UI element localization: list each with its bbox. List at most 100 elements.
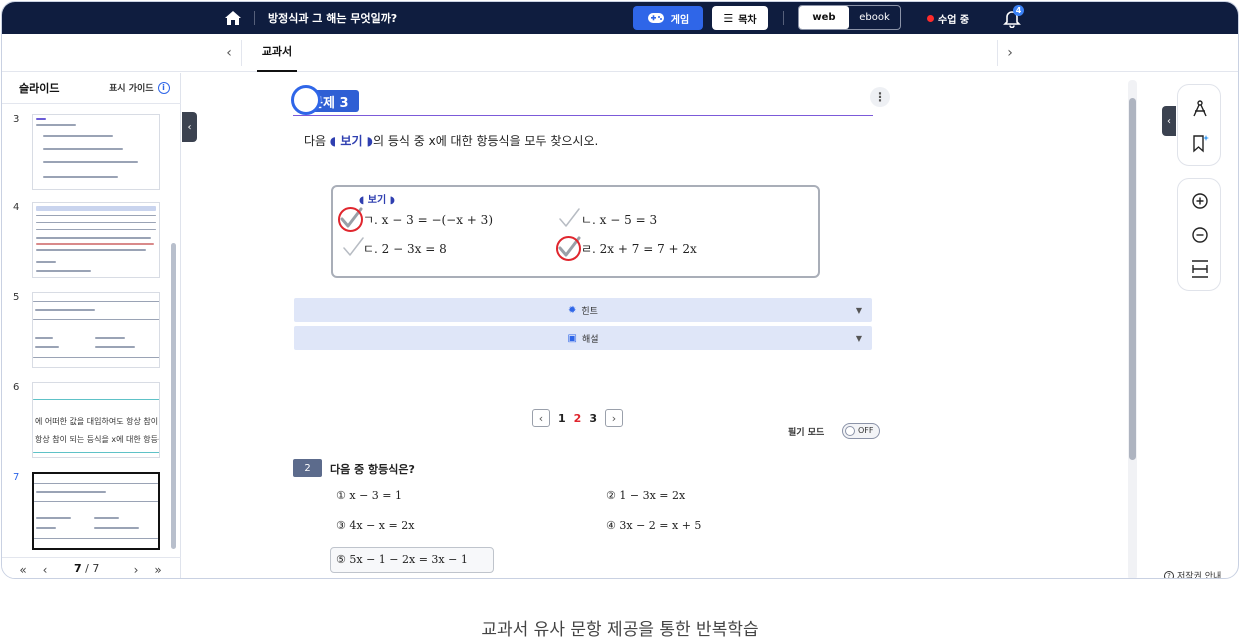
zoom-in-button[interactable] <box>1188 189 1212 213</box>
display-guide-button[interactable]: 표시 가이드 i <box>109 81 170 94</box>
page-indicator: 7 / 7 <box>74 562 99 575</box>
double-chevron-right-icon: » <box>154 562 162 577</box>
choice-item[interactable]: ㄴ. x − 5 = 3 <box>581 211 657 228</box>
view-ebook-button[interactable]: ebook <box>849 6 900 29</box>
last-page-button[interactable]: » <box>149 561 167 578</box>
choice-item[interactable]: ㄹ. 2x + 7 = 7 + 2x <box>581 240 697 257</box>
game-button[interactable]: 게임 <box>633 6 703 30</box>
home-button[interactable] <box>222 7 244 29</box>
lightbulb-icon: ✹ <box>568 304 577 316</box>
pager-prev-button[interactable]: ‹ <box>532 409 550 427</box>
tab-next-button[interactable]: › <box>1001 43 1019 63</box>
main-content: 문제 3 ⋮ 다음 ◖ 보기 ◗의 등식 중 x에 대한 항등식을 모두 찾으시… <box>198 73 1138 578</box>
slide-number: 5 <box>13 292 20 303</box>
tab-prev-button[interactable]: ‹ <box>220 43 238 63</box>
option-expr: 1 − 3x = 2x <box>619 489 686 502</box>
pager-page[interactable]: 3 <box>589 412 597 425</box>
slide-preview <box>32 114 160 190</box>
solution-label: 해설 <box>581 334 599 345</box>
bookmark-tool-button[interactable] <box>1188 131 1212 155</box>
slide-preview <box>32 292 160 368</box>
compass-tool-button[interactable] <box>1188 97 1212 121</box>
toc-button[interactable]: ☰ 목차 <box>712 6 768 30</box>
pager-next-button[interactable]: › <box>604 409 623 427</box>
prev-page-button[interactable]: ‹ <box>36 561 54 578</box>
lesson-title: 방정식과 그 해는 무엇일까? <box>268 12 398 25</box>
double-chevron-left-icon: « <box>19 562 27 577</box>
hint-accordion[interactable]: ✹ 힌트 ▼ <box>294 298 872 322</box>
option-mark: ③ <box>336 519 346 532</box>
toggle-knob <box>845 426 855 436</box>
home-icon <box>225 11 241 25</box>
sidebar-scrollbar[interactable] <box>171 243 176 549</box>
slide-sidebar: 슬라이드 표시 가이드 i 3 4 5 6 에 어떠한 값을 대입하여도 항상 … <box>2 73 181 578</box>
notification-badge: 4 <box>1013 5 1024 16</box>
view-toggle: web ebook <box>798 5 901 30</box>
question-text: 다음 중 항등식은? <box>330 463 415 476</box>
kebab-icon: ⋮ <box>874 90 886 104</box>
first-page-button[interactable]: « <box>14 561 32 578</box>
total-pages: / 7 <box>85 562 100 575</box>
problem-pager: ‹ 1 2 3 › <box>532 408 623 428</box>
example-box: ◖ 보기 ◗ ㄱ. x − 3 = −(−x + 3) ㄴ. x − 5 = 3… <box>331 185 820 278</box>
divider <box>241 40 242 66</box>
choice-item[interactable]: ㄷ. 2 − 3x = 8 <box>363 240 447 257</box>
gamepad-icon <box>647 13 664 23</box>
list-icon: ☰ <box>723 11 734 25</box>
app-window: 방정식과 그 해는 무엇일까? 게임 ☰ 목차 web ebook 수업 중 4… <box>1 1 1239 579</box>
option-expr: 4x − x = 2x <box>349 519 415 532</box>
caret-down-icon: ▼ <box>855 306 862 315</box>
pager-page-current[interactable]: 2 <box>574 412 582 425</box>
divider <box>293 115 873 116</box>
option-5[interactable]: ⑤ 5x − 1 − 2x = 3x − 1 <box>336 553 468 566</box>
toggle-state: OFF <box>858 426 874 435</box>
option-3[interactable]: ③ 4x − x = 2x <box>336 519 414 532</box>
tool-group-zoom <box>1177 178 1221 291</box>
zoom-out-icon <box>1192 227 1208 243</box>
tools-collapse-button[interactable]: ‹ <box>1162 106 1176 136</box>
choice-item[interactable]: ㄱ. x − 3 = −(−x + 3) <box>363 211 493 228</box>
question-icon: ? <box>1164 570 1174 578</box>
pager-page[interactable]: 1 <box>558 412 566 425</box>
note-mode-toggle[interactable]: OFF <box>842 423 880 439</box>
copyright-link[interactable]: ? 저작권 안내 <box>1164 569 1221 578</box>
prompt-text: 의 등식 중 x에 대한 항등식을 모두 찾으시오. <box>373 134 599 148</box>
option-mark: ⑤ <box>336 553 346 566</box>
option-expr: 3x − 2 = x + 5 <box>619 519 702 532</box>
option-1[interactable]: ① x − 3 = 1 <box>336 489 402 502</box>
solution-accordion[interactable]: ▣ 해설 ▼ <box>294 326 872 350</box>
hint-label: 힌트 <box>581 306 598 317</box>
option-2[interactable]: ② 1 − 3x = 2x <box>606 489 685 502</box>
problem-badge-circle-icon <box>291 85 321 115</box>
bookmark-icon <box>1193 135 1209 153</box>
option-4[interactable]: ④ 3x − 2 = x + 5 <box>606 519 701 532</box>
more-options-button[interactable]: ⋮ <box>870 87 890 107</box>
next-page-button[interactable]: › <box>127 561 145 578</box>
chevron-right-icon: › <box>1007 45 1013 61</box>
fit-height-button[interactable] <box>1188 257 1212 281</box>
option-expr: 5x − 1 − 2x = 3x − 1 <box>349 553 468 566</box>
bogi-tag: ◖ 보기 ◗ <box>329 134 373 148</box>
problem-badge: 문제 3 <box>291 85 361 115</box>
divider <box>2 103 181 104</box>
live-dot-icon <box>927 15 934 22</box>
chevron-left-icon: ‹ <box>226 45 232 61</box>
compass-icon <box>1193 100 1207 117</box>
check-icon <box>341 235 365 259</box>
sidebar-collapse-button[interactable]: ‹ <box>182 112 197 142</box>
main-scrollbar[interactable] <box>1129 98 1136 460</box>
tab-textbook[interactable]: 교과서 <box>257 43 297 72</box>
slide-number: 3 <box>13 114 20 125</box>
display-guide-label: 표시 가이드 <box>109 84 154 94</box>
live-status: 수업 중 <box>927 11 969 26</box>
zoom-out-button[interactable] <box>1188 223 1212 247</box>
toc-label: 목차 <box>738 14 757 26</box>
chevron-right-icon: › <box>611 411 617 425</box>
chevron-left-icon: ‹ <box>1167 115 1171 127</box>
divider <box>254 11 255 25</box>
view-web-button[interactable]: web <box>799 6 849 29</box>
answer-circle-icon <box>556 236 581 261</box>
option-mark: ④ <box>606 519 616 532</box>
caret-down-icon: ▼ <box>855 334 862 343</box>
caption: 교과서 유사 문항 제공을 통한 반복학습 <box>481 620 759 640</box>
